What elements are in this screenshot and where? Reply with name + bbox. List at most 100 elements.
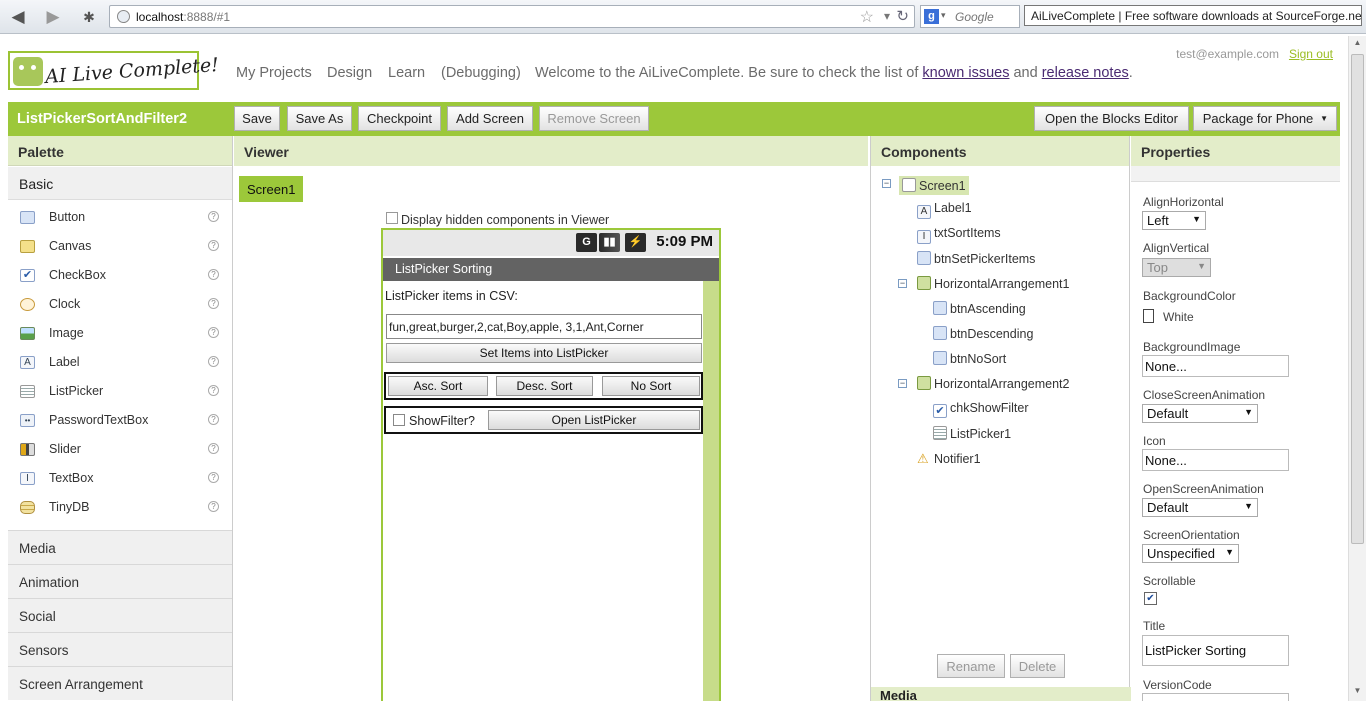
version-code-input[interactable] <box>1142 693 1289 701</box>
palette-item-image[interactable]: Image ? <box>8 319 232 348</box>
csv-textbox[interactable]: fun,great,burger,2,cat,Boy,apple, 3,1,An… <box>386 314 702 339</box>
palette-category-media[interactable]: Media <box>8 530 232 564</box>
hidden-components-checkbox[interactable] <box>386 212 398 224</box>
palette-item-button[interactable]: Button ? <box>8 203 232 232</box>
help-icon[interactable]: ? <box>208 211 219 222</box>
save-as-button[interactable]: Save As <box>287 106 352 131</box>
horizontal-arrangement-2[interactable]: ShowFilter? Open ListPicker <box>384 406 703 434</box>
dropdown-icon[interactable]: ▾ <box>884 9 890 23</box>
palette-item-label[interactable]: A Label ? <box>8 348 232 377</box>
palette-category-screen-arrangement[interactable]: Screen Arrangement <box>8 666 232 700</box>
extensions-icon[interactable]: ✱ <box>78 6 100 28</box>
align-horizontal-select[interactable]: Left ▼ <box>1142 211 1206 230</box>
bookmark-star-icon[interactable]: ☆ <box>860 7 874 27</box>
reload-icon[interactable]: ↻ <box>896 7 909 25</box>
scrollable-checkbox[interactable]: ✔ <box>1144 592 1157 605</box>
palette-item-canvas[interactable]: Canvas ? <box>8 232 232 261</box>
nav-learn[interactable]: Learn <box>388 65 425 81</box>
address-bar[interactable]: localhost:8888/#1 ☆ ▾ ↻ <box>109 5 915 28</box>
open-listpicker-button[interactable]: Open ListPicker <box>488 410 700 430</box>
palette-item-slider[interactable]: Slider ? <box>8 435 232 464</box>
package-for-phone-button[interactable]: Package for Phone ▼ <box>1193 106 1337 131</box>
help-icon[interactable]: ? <box>208 385 219 396</box>
palette-category-animation[interactable]: Animation <box>8 564 232 598</box>
tree-item-chkshowfilter[interactable]: ✔ chkShowFilter <box>933 401 1029 418</box>
release-notes-link[interactable]: release notes <box>1042 65 1129 81</box>
help-icon[interactable]: ? <box>208 269 219 280</box>
palette-item-passwordtextbox[interactable]: •• PasswordTextBox ? <box>8 406 232 435</box>
help-icon[interactable]: ? <box>208 298 219 309</box>
tree-item-horizontalarrangement1[interactable]: HorizontalArrangement1 <box>917 276 1070 291</box>
palette-category-sensors[interactable]: Sensors <box>8 632 232 666</box>
nav-design[interactable]: Design <box>327 65 372 81</box>
palette-category-social[interactable]: Social <box>8 598 232 632</box>
background-image-picker[interactable]: None... <box>1142 355 1289 377</box>
tree-item-btnnosort[interactable]: btnNoSort <box>933 351 1006 366</box>
collapse-icon[interactable]: − <box>898 379 907 388</box>
color-swatch[interactable] <box>1143 309 1154 323</box>
screen-orientation-select[interactable]: Unspecified ▼ <box>1142 544 1239 563</box>
csv-label: ListPicker items in CSV: <box>385 289 518 303</box>
tree-item-screen1[interactable]: Screen1 <box>899 176 969 195</box>
rename-button[interactable]: Rename <box>937 654 1005 678</box>
palette-item-listpicker[interactable]: ListPicker ? <box>8 377 232 406</box>
set-items-button[interactable]: Set Items into ListPicker <box>386 343 702 363</box>
palette-item-tinydb[interactable]: TinyDB ? <box>8 493 232 522</box>
forward-icon[interactable]: ▶ <box>42 6 64 28</box>
palette-item-checkbox[interactable]: ✔ CheckBox ? <box>8 261 232 290</box>
open-blocks-editor-button[interactable]: Open the Blocks Editor <box>1034 106 1189 131</box>
save-button[interactable]: Save <box>234 106 280 131</box>
sign-out-link[interactable]: Sign out <box>1289 47 1333 61</box>
show-filter-label: ShowFilter? <box>409 414 475 428</box>
checkpoint-button[interactable]: Checkpoint <box>358 106 441 131</box>
title-input[interactable]: ListPicker Sorting <box>1142 635 1289 666</box>
known-issues-link[interactable]: known issues <box>922 65 1009 81</box>
nav-my-projects[interactable]: My Projects <box>236 65 312 81</box>
add-screen-button[interactable]: Add Screen <box>447 106 533 131</box>
scroll-up-icon[interactable]: ▲ <box>1349 38 1366 52</box>
tree-item-notifier1[interactable]: ⚠ Notifier1 <box>917 451 981 467</box>
tree-item-horizontalarrangement2[interactable]: HorizontalArrangement2 <box>917 376 1070 391</box>
delete-button[interactable]: Delete <box>1010 654 1065 678</box>
remove-screen-button[interactable]: Remove Screen <box>539 106 649 131</box>
palette-basic-header[interactable]: Basic <box>8 167 232 200</box>
tree-item-label1[interactable]: A Label1 <box>917 201 972 219</box>
help-icon[interactable]: ? <box>208 356 219 367</box>
app-logo[interactable]: AI Live Complete! <box>8 51 220 90</box>
no-sort-button[interactable]: No Sort <box>602 376 700 396</box>
background-image-label: BackgroundImage <box>1143 340 1241 354</box>
help-icon[interactable]: ? <box>208 414 219 425</box>
show-filter-checkbox[interactable] <box>393 414 405 426</box>
page-scrollbar[interactable]: ▲ ▼ <box>1348 36 1366 701</box>
tree-item-listpicker1[interactable]: ListPicker1 <box>933 426 1011 441</box>
tree-item-btnascending[interactable]: btnAscending <box>933 301 1026 316</box>
horizontal-arrangement-1[interactable]: Asc. Sort Desc. Sort No Sort <box>384 372 703 400</box>
desc-sort-button[interactable]: Desc. Sort <box>496 376 593 396</box>
search-box[interactable]: g ▾ Google <box>920 5 1020 28</box>
icon-picker[interactable]: None... <box>1142 449 1289 471</box>
collapse-icon[interactable]: − <box>882 179 891 188</box>
help-icon[interactable]: ? <box>208 501 219 512</box>
tree-item-btnsetpickeritems[interactable]: btnSetPickerItems <box>917 251 1035 266</box>
nav-debugging[interactable]: (Debugging) <box>441 65 521 81</box>
tree-item-btndescending[interactable]: btnDescending <box>933 326 1033 341</box>
screen-tab[interactable]: Screen1 <box>239 176 303 202</box>
tree-item-txtsortitems[interactable]: ItxtSortItems <box>917 226 1001 244</box>
open-animation-select[interactable]: Default ▼ <box>1142 498 1258 517</box>
scroll-down-icon[interactable]: ▼ <box>1349 686 1366 700</box>
help-icon[interactable]: ? <box>208 443 219 454</box>
align-vertical-select[interactable]: Top ▼ <box>1142 258 1211 277</box>
palette-item-textbox[interactable]: I TextBox ? <box>8 464 232 493</box>
asc-sort-button[interactable]: Asc. Sort <box>388 376 488 396</box>
collapse-icon[interactable]: − <box>898 279 907 288</box>
help-icon[interactable]: ? <box>208 327 219 338</box>
search-engine-dropdown-icon[interactable]: ▾ <box>941 10 946 21</box>
help-icon[interactable]: ? <box>208 472 219 483</box>
back-icon[interactable]: ◀ <box>7 6 29 28</box>
media-panel-header[interactable]: Media <box>871 687 1131 701</box>
help-icon[interactable]: ? <box>208 240 219 251</box>
scrollbar-thumb[interactable] <box>1351 54 1364 544</box>
background-color-value[interactable]: White <box>1163 310 1194 324</box>
close-animation-select[interactable]: Default ▼ <box>1142 404 1258 423</box>
palette-item-clock[interactable]: Clock ? <box>8 290 232 319</box>
